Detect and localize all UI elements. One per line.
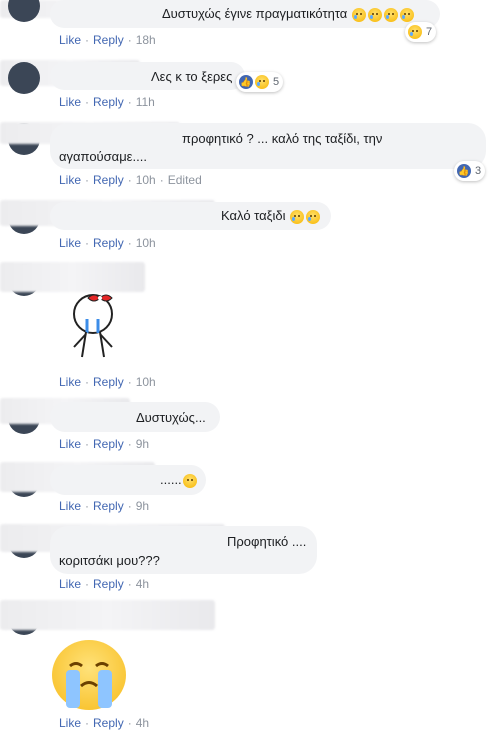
timestamp[interactable]: 9h: [136, 499, 149, 513]
crying-emoji-icon: [306, 209, 321, 224]
comment-text: Δυστυχώς έγινε πραγματικότητα: [162, 6, 415, 22]
like-link[interactable]: Like: [59, 577, 81, 591]
like-link[interactable]: Like: [59, 375, 81, 389]
comment-text-line2: αγαπούσαμε....: [59, 149, 147, 164]
blurred-name: [0, 262, 145, 292]
like-link[interactable]: Like: [59, 173, 81, 187]
comment-text: ......: [160, 472, 198, 488]
edited-label[interactable]: Edited: [168, 173, 202, 187]
reply-link[interactable]: Reply: [93, 236, 124, 250]
like-link[interactable]: Like: [59, 33, 81, 47]
comment-text: Λες κ το ξερες: [151, 69, 233, 84]
comment-text: Καλό ταξιδι: [221, 208, 321, 224]
reaction-summary[interactable]: 👍 5: [236, 72, 284, 92]
reaction-summary[interactable]: 👍 3: [454, 161, 486, 181]
timestamp[interactable]: 10h: [136, 375, 156, 389]
timestamp[interactable]: 11h: [136, 95, 155, 109]
reply-link[interactable]: Reply: [93, 716, 124, 730]
reply-link[interactable]: Reply: [93, 173, 124, 187]
comment-actions: Like · Reply · 10h: [59, 236, 156, 250]
crying-emoji-icon: [290, 209, 305, 224]
crying-face-sticker: [52, 640, 126, 710]
comment-text: Δυστυχώς...: [136, 410, 206, 425]
comment-actions: Like · Reply · 4h: [59, 577, 150, 591]
sad-emoji-icon: [351, 7, 366, 22]
avatar[interactable]: [8, 62, 40, 94]
reaction-count: 5: [273, 76, 280, 88]
timestamp[interactable]: 10h: [136, 173, 156, 187]
comment-actions: Like · Reply · 4h: [59, 716, 150, 730]
reply-link[interactable]: Reply: [93, 33, 124, 47]
like-link[interactable]: Like: [59, 437, 81, 451]
timestamp[interactable]: 4h: [136, 716, 149, 730]
like-link[interactable]: Like: [59, 95, 81, 109]
sad-emoji-icon: [399, 7, 414, 22]
comment-text-line2: κοριτσάκι μου???: [59, 553, 160, 568]
reply-link[interactable]: Reply: [93, 499, 124, 513]
like-link[interactable]: Like: [59, 499, 81, 513]
comment-text-line1: προφητικό ? ... καλό της ταξίδι, την: [182, 131, 383, 146]
like-reaction-icon: 👍: [457, 164, 471, 178]
like-link[interactable]: Like: [59, 716, 81, 730]
comment-actions: Like · Reply · 18h: [59, 33, 156, 47]
pensive-emoji-icon: [182, 473, 197, 488]
reaction-summary[interactable]: 7: [405, 22, 437, 42]
blurred-name: [0, 600, 215, 630]
timestamp[interactable]: 18h: [136, 33, 156, 47]
timestamp[interactable]: 10h: [136, 236, 156, 250]
comment-actions: Like · Reply · 9h: [59, 437, 150, 451]
like-link[interactable]: Like: [59, 236, 81, 250]
sad-emoji-icon: [367, 7, 382, 22]
comment-text-line1: Προφητικό ....: [227, 534, 307, 549]
timestamp[interactable]: 9h: [136, 437, 149, 451]
reply-link[interactable]: Reply: [93, 577, 124, 591]
comment-actions: Like · Reply · 10h: [59, 375, 156, 389]
timestamp[interactable]: 4h: [136, 577, 149, 591]
comment-actions: Like · Reply · 10h · Edited: [59, 173, 202, 187]
crying-stick-figure-sticker: [73, 294, 113, 358]
reaction-count: 3: [475, 165, 482, 177]
sad-emoji-icon: [383, 7, 398, 22]
reply-link[interactable]: Reply: [93, 375, 124, 389]
reply-link[interactable]: Reply: [93, 95, 124, 109]
sad-reaction-icon: [408, 25, 422, 39]
comment-actions: Like · Reply · 11h: [59, 95, 155, 109]
avatar[interactable]: [8, 0, 40, 22]
reaction-count: 7: [426, 26, 433, 38]
comment-actions: Like · Reply · 9h: [59, 499, 150, 513]
sad-reaction-icon: [255, 75, 269, 89]
reply-link[interactable]: Reply: [93, 437, 124, 451]
like-reaction-icon: 👍: [239, 75, 253, 89]
